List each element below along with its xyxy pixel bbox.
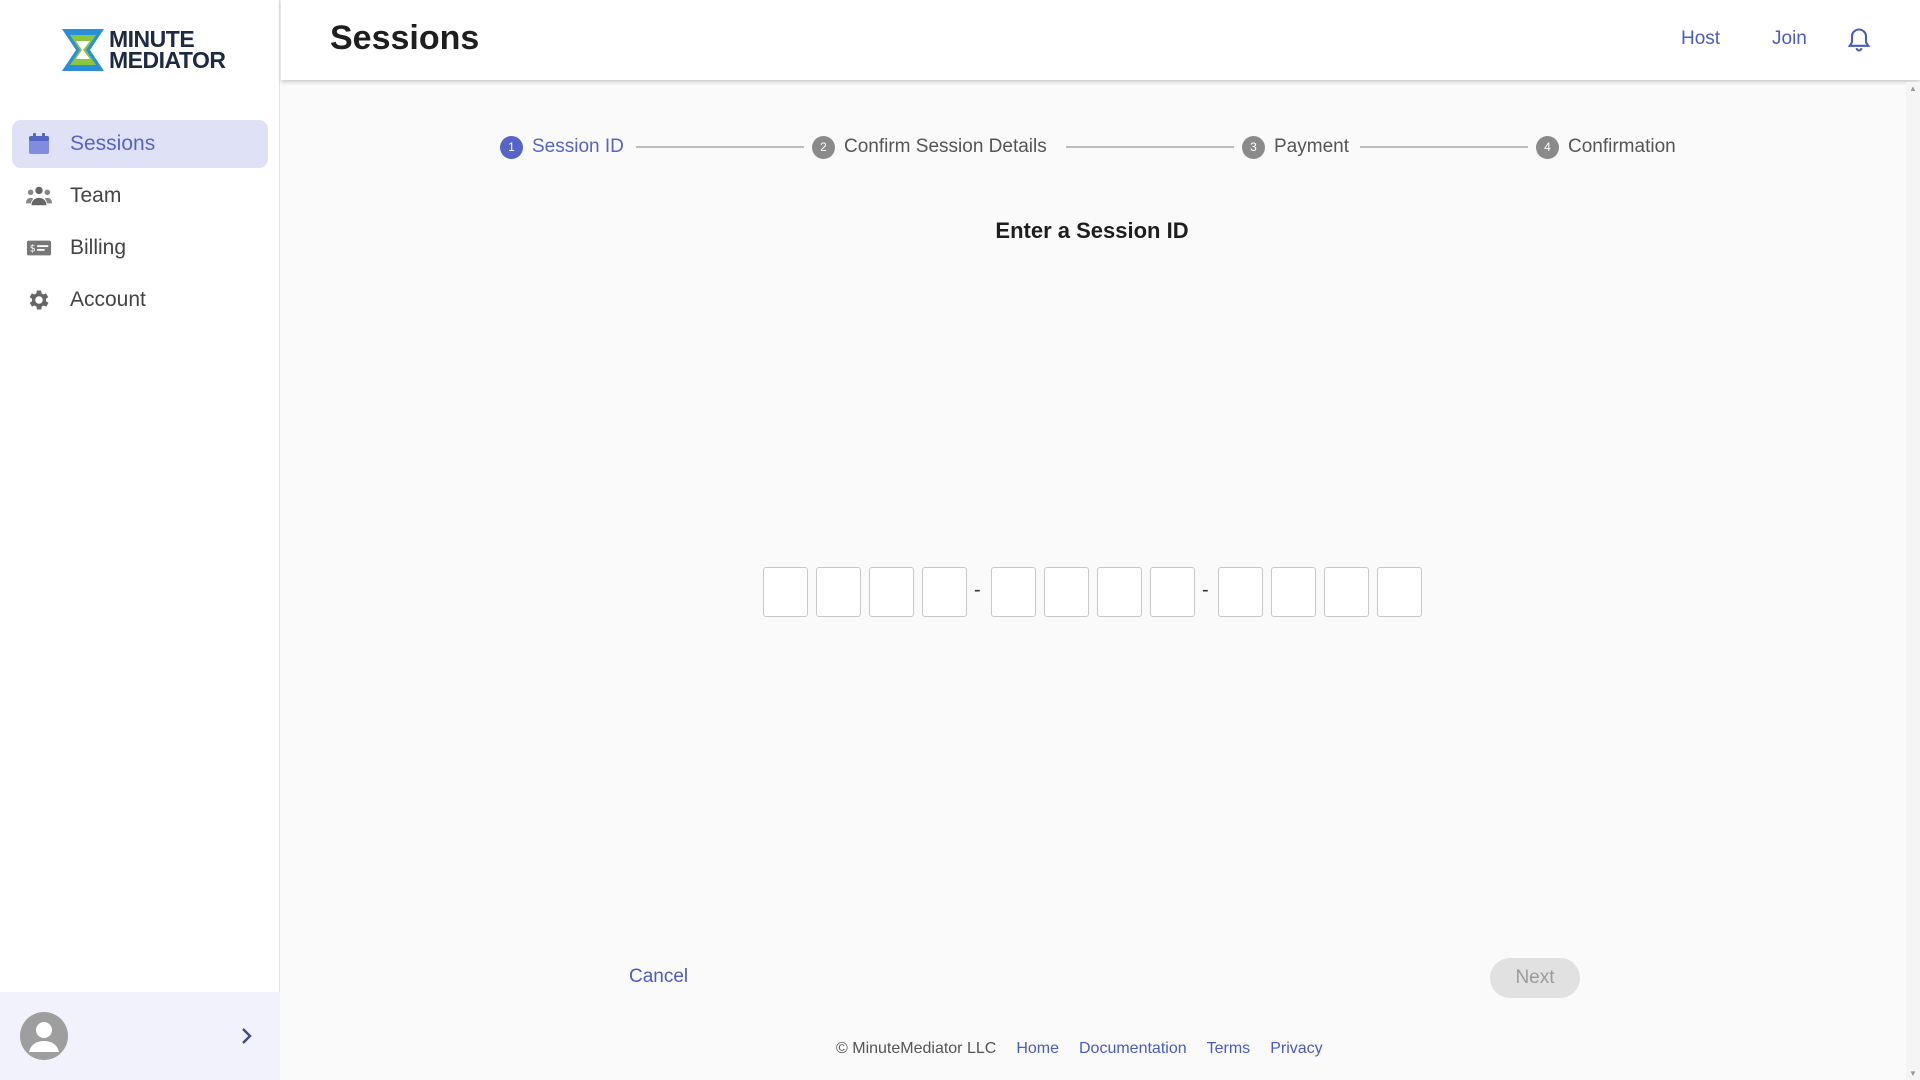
code-digit-input[interactable]: [763, 567, 808, 617]
step-session-id: 1 Session ID: [500, 132, 624, 162]
code-digit-input[interactable]: [1324, 567, 1369, 617]
footer-link-terms[interactable]: Terms: [1207, 1040, 1251, 1058]
user-bar: [0, 992, 280, 1080]
page-title: Sessions: [330, 19, 480, 57]
team-icon: [26, 183, 52, 209]
code-digit-input[interactable]: [1044, 567, 1089, 617]
scrollbar[interactable]: ▲ ▼: [1906, 82, 1920, 1080]
footer-link-home[interactable]: Home: [1016, 1040, 1059, 1058]
scroll-down-icon[interactable]: ▼: [1909, 1069, 1917, 1078]
footer-link-documentation[interactable]: Documentation: [1079, 1040, 1187, 1058]
step-label: Payment: [1274, 136, 1349, 157]
step-label: Confirmation: [1568, 136, 1676, 157]
code-digit-input[interactable]: [869, 567, 914, 617]
next-button[interactable]: Next: [1490, 958, 1580, 998]
step-number: 2: [812, 135, 835, 159]
stepper: 1 Session ID 2 Confirm Session Details 3…: [0, 132, 1920, 162]
code-separator: -: [1202, 579, 1209, 601]
cancel-button[interactable]: Cancel: [629, 966, 688, 988]
logo[interactable]: MINUTE MEDIATOR: [60, 26, 226, 74]
chevron-right-icon: [242, 1028, 252, 1044]
code-digit-input[interactable]: [816, 567, 861, 617]
step-confirm-details: 2 Confirm Session Details: [812, 132, 1047, 162]
join-link[interactable]: Join: [1772, 28, 1807, 50]
top-header: Sessions Host Join: [281, 0, 1920, 80]
step-connector: [1066, 146, 1234, 148]
step-number: 1: [500, 135, 523, 159]
scroll-up-icon[interactable]: ▲: [1909, 84, 1917, 93]
logo-mark-icon: [62, 29, 104, 71]
sidebar-item-team[interactable]: Team: [12, 172, 268, 220]
bell-icon: [1847, 28, 1871, 52]
gear-icon: [26, 287, 52, 313]
code-digit-input[interactable]: [922, 567, 967, 617]
step-confirmation: 4 Confirmation: [1536, 132, 1676, 162]
step-connector: [1360, 146, 1528, 148]
code-digit-input[interactable]: [991, 567, 1036, 617]
code-digit-input[interactable]: [1150, 567, 1195, 617]
step-payment: 3 Payment: [1242, 132, 1349, 162]
step-number: 4: [1536, 135, 1559, 159]
footer: © MinuteMediator LLC Home Documentation …: [836, 1040, 1323, 1058]
footer-link-privacy[interactable]: Privacy: [1270, 1040, 1322, 1058]
code-digit-input[interactable]: [1097, 567, 1142, 617]
code-digit-input[interactable]: [1271, 567, 1316, 617]
step-connector: [636, 146, 804, 148]
notifications-button[interactable]: [1845, 26, 1873, 54]
copyright-text: © MinuteMediator LLC: [836, 1040, 997, 1057]
logo-text-line2: MEDIATOR: [109, 47, 226, 73]
svg-text:$: $: [30, 244, 36, 255]
step-number: 3: [1242, 135, 1265, 159]
sidebar-item-account[interactable]: Account: [12, 276, 268, 324]
code-digit-input[interactable]: [1377, 567, 1422, 617]
code-digit-input[interactable]: [1218, 567, 1263, 617]
avatar[interactable]: [20, 1012, 68, 1060]
sidebar-item-label: Team: [70, 184, 122, 207]
step-label: Confirm Session Details: [844, 136, 1047, 157]
host-link[interactable]: Host: [1681, 28, 1720, 50]
code-separator: -: [974, 579, 981, 601]
user-icon: [29, 1022, 59, 1052]
sidebar-item-label: Account: [70, 288, 146, 311]
sidebar: MINUTE MEDIATOR Sessions Team $ Billing: [0, 0, 280, 1080]
section-heading: Enter a Session ID: [995, 218, 1189, 243]
expand-sidebar-button[interactable]: [234, 1024, 258, 1048]
step-label: Session ID: [532, 136, 624, 157]
